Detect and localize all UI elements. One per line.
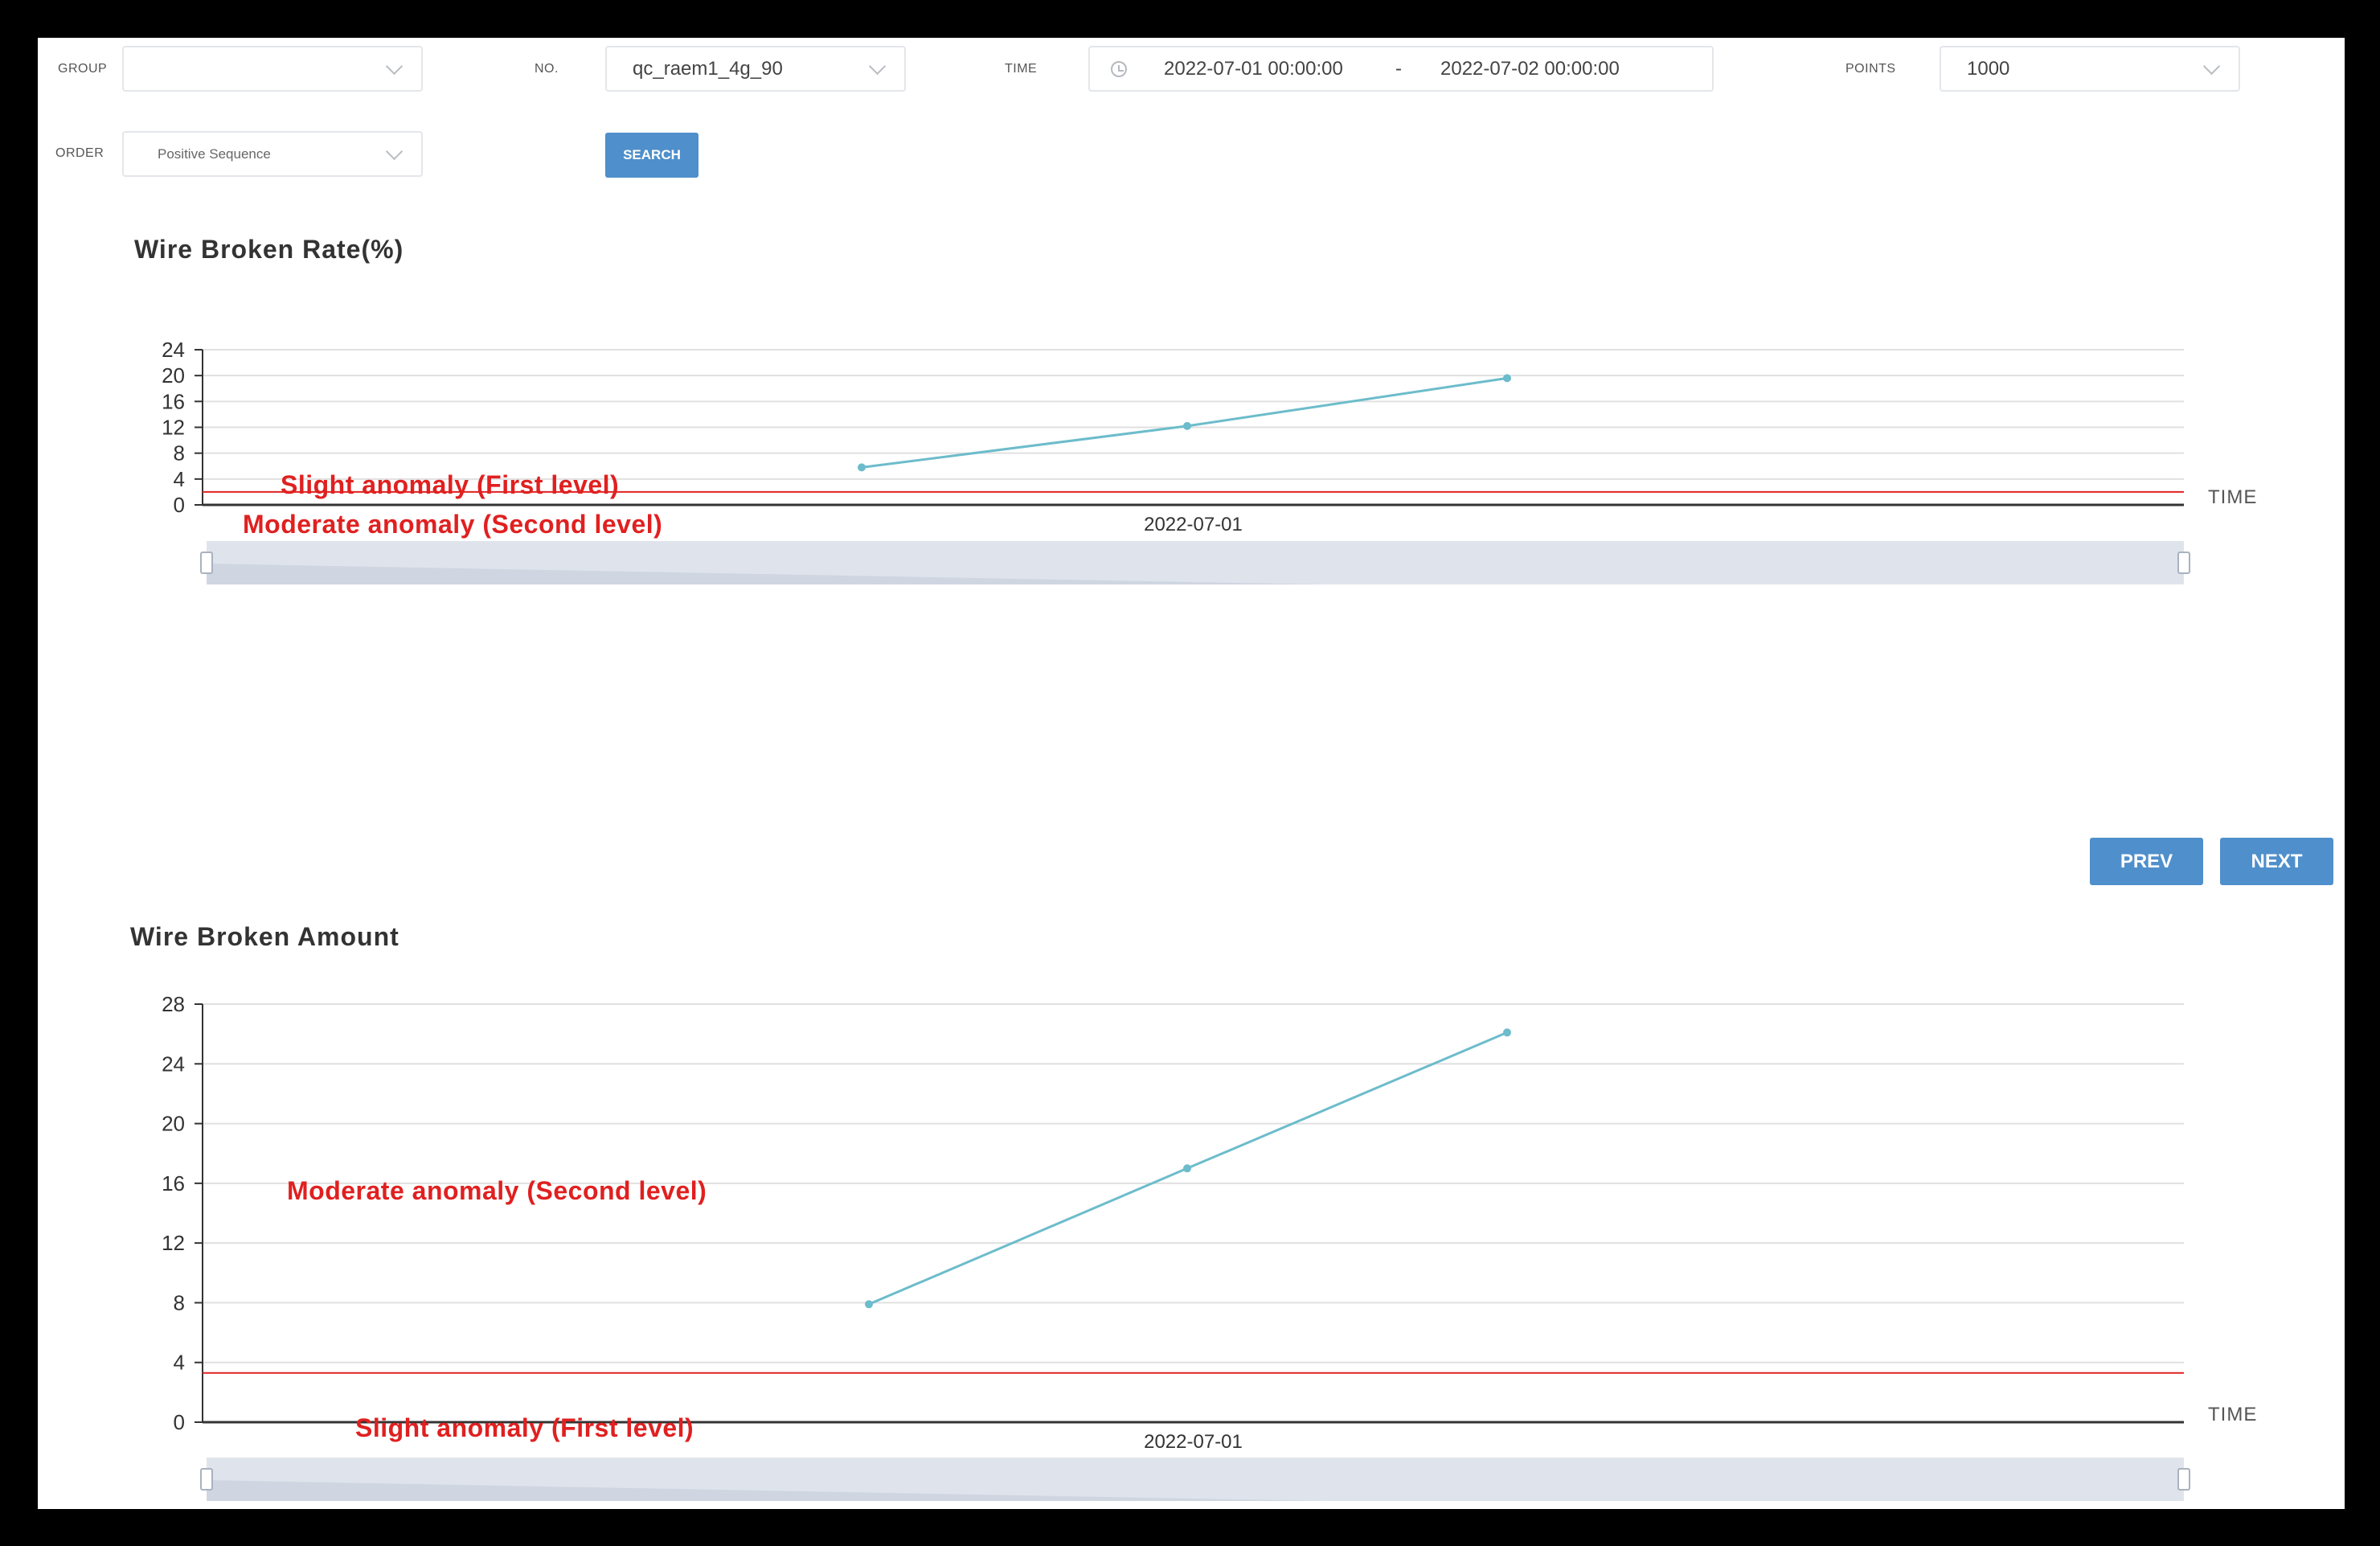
chevron-down-icon (2202, 57, 2221, 76)
data-point (858, 463, 866, 472)
next-button[interactable]: NEXT (2220, 838, 2333, 885)
chevron-down-icon (385, 57, 403, 76)
y-tick-label: 24 (162, 338, 185, 362)
time-range-picker[interactable]: 2022-07-01 00:00:00 - 2022-07-02 00:00:0… (1088, 46, 1714, 92)
chart-wire-broken-rate: 04812 162024 2022-07-01 TIME Moderate anomal… (162, 338, 2257, 584)
chevron-down-icon (868, 57, 887, 76)
y-tick-label: 24 (162, 1052, 185, 1076)
chart-title-rate: Wire Broken Rate(%) (134, 235, 404, 264)
zoom-slider-handle[interactable] (200, 552, 213, 574)
data-point (1183, 421, 1191, 430)
y-tick-label: 8 (174, 1290, 185, 1314)
time-label: TIME (1005, 62, 1038, 76)
annotation-first-level: Slight anomaly (First level) (355, 1413, 694, 1442)
y-tick-label: 16 (162, 389, 185, 413)
annotation-second-level: Moderate anomaly (Second level) (243, 510, 662, 539)
data-point (1183, 1164, 1191, 1173)
annotation-second-level: Moderate anomaly (Second level) (287, 1176, 707, 1205)
y-tick-label: 4 (174, 467, 185, 491)
chart-wire-broken-amount: 0 4 8 12 16 20 24 28 2022-07-01 TIME Moderate anom… (162, 992, 2257, 1501)
device-frame: GROUP NO. qc_raem1_4g_90 TIME 2022-07-01… (0, 0, 2380, 1546)
group-select[interactable] (122, 46, 423, 92)
x-axis-name: TIME (2208, 1404, 2257, 1425)
search-button[interactable]: SEARCH (605, 133, 698, 178)
y-tick-label: 0 (174, 493, 185, 517)
number-value: qc_raem1_4g_90 (633, 58, 783, 80)
prev-button[interactable]: PREV (2090, 838, 2203, 885)
x-tick-label: 2022-07-01 (1144, 1431, 1243, 1453)
order-label: ORDER (55, 146, 104, 160)
data-point (865, 1300, 873, 1309)
y-tick-label: 28 (162, 992, 185, 1016)
chart-title-amount: Wire Broken Amount (130, 922, 399, 951)
y-tick-label: 12 (162, 1231, 185, 1255)
y-tick-label: 8 (174, 441, 185, 465)
time-end[interactable]: 2022-07-02 00:00:00 (1440, 47, 1620, 90)
y-tick-label: 16 (162, 1171, 185, 1195)
y-tick-label: 12 (162, 416, 185, 440)
y-tick-label: 0 (174, 1410, 185, 1434)
series-line (861, 376, 1508, 469)
clock-icon (1111, 61, 1127, 77)
number-select[interactable]: qc_raem1_4g_90 (605, 46, 906, 92)
number-label: NO. (535, 62, 559, 76)
group-label: GROUP (58, 62, 108, 76)
points-value: 1000 (1967, 58, 2010, 80)
order-value: Positive Sequence (158, 146, 271, 162)
data-point (1503, 1028, 1511, 1037)
x-tick-label: 2022-07-01 (1144, 514, 1243, 535)
chevron-down-icon (385, 142, 403, 161)
zoom-slider-handle[interactable] (2177, 552, 2190, 574)
annotation-first-level: Slight anomaly (First level) (281, 470, 619, 499)
data-point (1503, 374, 1511, 383)
y-tick-label: 4 (174, 1351, 185, 1375)
time-separator: - (1395, 58, 1402, 80)
order-select[interactable]: Positive Sequence (122, 131, 423, 177)
zoom-slider-handle[interactable] (200, 1468, 213, 1491)
y-tick-label: 20 (162, 1112, 185, 1136)
points-select[interactable]: 1000 (1940, 46, 2240, 92)
y-tick-label: 20 (162, 363, 185, 388)
app-screen: GROUP NO. qc_raem1_4g_90 TIME 2022-07-01… (38, 38, 2345, 1509)
points-label: POINTS (1845, 62, 1896, 76)
time-start[interactable]: 2022-07-01 00:00:00 (1164, 47, 1343, 90)
x-axis-name: TIME (2208, 486, 2257, 508)
zoom-slider-handle[interactable] (2177, 1468, 2190, 1491)
